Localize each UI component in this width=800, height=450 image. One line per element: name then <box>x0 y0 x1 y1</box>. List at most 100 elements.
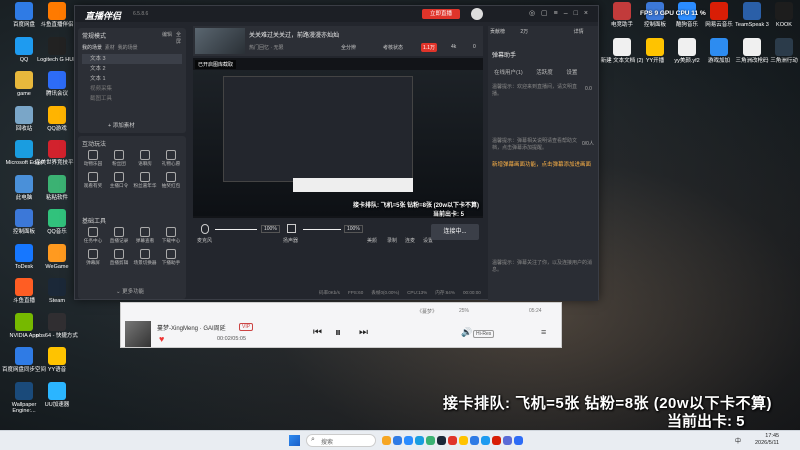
close-icon[interactable]: × <box>584 10 594 17</box>
tool-button[interactable]: 粉丝团 <box>106 148 132 167</box>
tool-button[interactable]: 下载中心 <box>158 225 184 244</box>
tool-button[interactable]: 直播记录 <box>106 225 132 244</box>
stream-preview[interactable]: 已开启图库截取 接卡排队: 飞机=5张 钻粉=8张 (20w以下卡不算) 当前出… <box>193 58 483 256</box>
taskbar-app-icon[interactable] <box>437 436 446 445</box>
avatar[interactable] <box>471 8 483 20</box>
chat-icon[interactable]: ▢ <box>541 10 554 17</box>
tool-button[interactable]: 动物乐园 <box>80 148 106 167</box>
tab-material[interactable]: 素材 <box>105 45 115 51</box>
quality-badge[interactable]: Hi-Res <box>473 330 495 338</box>
tray-lang[interactable]: 中 <box>735 436 741 445</box>
like-icon[interactable]: ♥ <box>159 334 164 344</box>
tool-button[interactable]: 下播助手 <box>158 247 184 266</box>
tray-clock[interactable]: 17:45 2026/5/11 <box>755 433 779 447</box>
desktop-shortcut-label: QQ音乐 <box>47 229 67 235</box>
highlight-notice[interactable]: 新增弹幕画面功能，点击弹幕添加进画面 <box>492 162 592 170</box>
record-button[interactable]: 录制 <box>387 237 397 244</box>
resolution-tag[interactable]: 全分辨 <box>341 44 356 51</box>
taskbar-app-icon[interactable] <box>503 436 512 445</box>
tool-button[interactable]: 场景切换器 <box>132 247 158 266</box>
add-material-button[interactable]: + 添加素材 <box>108 121 135 129</box>
scene-item[interactable]: 文本 3 <box>82 54 182 64</box>
desktop-shortcut[interactable]: Logitech G HUB <box>35 36 79 63</box>
desktop-shortcut[interactable]: 完美世界竞技平台 <box>35 140 79 166</box>
minimize-icon[interactable]: – <box>564 10 574 17</box>
taskbar-app-icon[interactable] <box>415 436 424 445</box>
desktop-shortcut[interactable]: WeGame <box>35 243 79 270</box>
tool-button[interactable]: 主播口令 <box>106 170 132 189</box>
desktop-shortcut[interactable]: 腾讯会议 <box>35 71 79 97</box>
desktop-shortcut[interactable]: Steam <box>35 278 79 304</box>
desktop-shortcut[interactable]: 斗鱼直播伴侣 <box>35 2 79 28</box>
tool-button[interactable]: 弹幕屏 <box>80 247 106 266</box>
tab-my-scene[interactable]: 我的场景 <box>82 45 102 51</box>
tool-button[interactable]: 礼物心愿 <box>158 148 184 167</box>
next-button[interactable]: ⏭ <box>359 327 368 338</box>
tab-contribution[interactable]: 贡献榜 <box>490 29 505 35</box>
taskbar-app-icon[interactable] <box>426 436 435 445</box>
desktop-shortcut[interactable]: QQ游戏 <box>35 105 79 132</box>
desktop-shortcut[interactable]: YY语音 <box>35 347 79 373</box>
taskbar-app-icon[interactable] <box>459 436 468 445</box>
taskbar-app-icon[interactable] <box>448 436 457 445</box>
stream-title[interactable]: 关关难过关关过，前路漫漫亦灿灿 <box>249 30 339 39</box>
album-art[interactable] <box>125 321 151 347</box>
taskbar-app-icon[interactable] <box>404 436 413 445</box>
tab-detail[interactable]: 详情 <box>574 29 584 35</box>
tab-settings[interactable]: 设置 <box>566 70 577 76</box>
scene-item[interactable]: 文本 1 <box>82 74 182 84</box>
taskbar-app-icon[interactable] <box>492 436 501 445</box>
tool-button[interactable]: 语聊房 <box>132 148 158 167</box>
tool-button[interactable]: 弹幕查看 <box>132 225 158 244</box>
pause-button[interactable]: ⏸ <box>335 325 341 340</box>
speaker-value[interactable]: 100% <box>344 225 363 233</box>
pk-button[interactable]: 连麦 <box>405 237 415 244</box>
edit-link[interactable]: 编辑 <box>162 31 172 38</box>
tool-button[interactable]: 粉丝嘉年华 <box>132 170 158 189</box>
maximize-icon[interactable]: □ <box>574 10 584 17</box>
desktop-shortcut[interactable]: 粘粘软件 <box>35 174 79 201</box>
beauty-button[interactable]: 美颜 <box>367 237 377 244</box>
mic-value[interactable]: 100% <box>261 225 280 233</box>
tool-button[interactable]: 抽奖红包 <box>158 170 184 189</box>
taskbar-app-icon[interactable] <box>514 436 523 445</box>
more-tools-button[interactable]: ⌄ 更多功能 <box>116 287 144 295</box>
speaker-icon[interactable] <box>287 224 296 233</box>
song-title[interactable]: 蔓梦-XingMeng · GAI周延 <box>157 323 226 332</box>
taskbar-app-icon[interactable] <box>481 436 490 445</box>
scene-item[interactable]: 视频采集 <box>82 84 182 94</box>
taskbar-app-icon[interactable] <box>470 436 479 445</box>
mic-icon[interactable] <box>201 224 209 234</box>
desktop-shortcut[interactable]: KOOK <box>762 2 800 28</box>
desktop-shortcut[interactable]: obs64 - 快捷方式 <box>35 312 79 339</box>
taskbar-app-icon[interactable] <box>393 436 402 445</box>
go-live-button[interactable]: 连接中... <box>431 224 479 240</box>
tool-button[interactable]: 观看有奖 <box>80 170 106 189</box>
tab-online-users[interactable]: 在线用户(1) <box>494 70 523 76</box>
prev-button[interactable]: ⏮ <box>313 327 322 338</box>
volume-icon[interactable]: 🔊 <box>461 327 472 338</box>
mic-slider[interactable] <box>215 229 257 230</box>
tool-button[interactable]: 直播剪辑 <box>106 247 132 266</box>
tab-stat[interactable]: 2万 <box>520 29 528 35</box>
exam-status[interactable]: 考核状态 <box>383 44 403 51</box>
fullscreen-link[interactable]: 全屏 <box>176 31 182 45</box>
desktop-shortcut[interactable]: UU加速器 <box>35 381 79 408</box>
speaker-slider[interactable] <box>303 229 341 230</box>
scene-item[interactable]: 截图工具 <box>82 94 182 104</box>
desktop-shortcut[interactable]: 三角洲行动 <box>762 38 800 64</box>
tab-activity[interactable]: 活跃度 <box>536 70 553 76</box>
desktop-shortcut[interactable]: QQ音乐 <box>35 209 79 235</box>
search-box[interactable]: ⌕ 搜索 <box>306 434 376 447</box>
scene-item[interactable]: 文本 2 <box>82 64 182 74</box>
start-button[interactable] <box>289 435 300 446</box>
playlist-icon[interactable]: ≡ <box>541 327 546 337</box>
tab-scene-2[interactable]: 我的场景 <box>118 45 138 51</box>
headset-icon[interactable]: ◎ <box>529 10 541 17</box>
stream-cover[interactable] <box>195 28 245 54</box>
menu-icon[interactable]: ≡ <box>554 10 564 17</box>
tool-button[interactable]: 任务中心 <box>80 225 106 244</box>
mode-label[interactable]: 常规模式 <box>82 34 106 40</box>
taskbar-app-icon[interactable] <box>382 436 391 445</box>
start-stream-button[interactable]: 立即直播 <box>422 9 460 19</box>
